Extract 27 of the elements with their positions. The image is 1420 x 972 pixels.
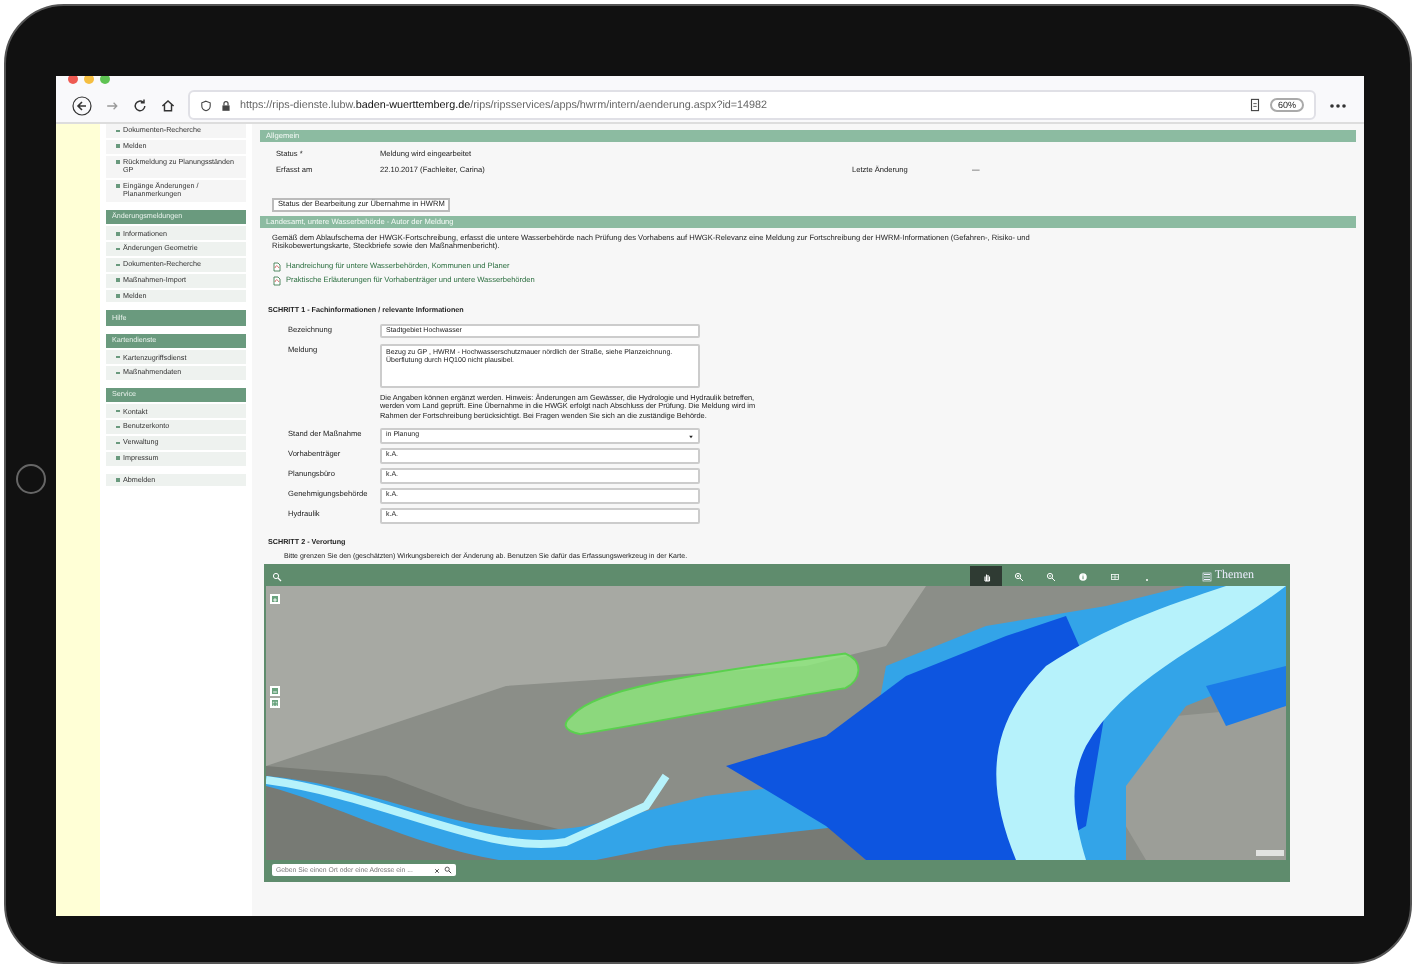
document-icon xyxy=(272,261,282,272)
hand-icon[interactable] xyxy=(981,571,992,582)
page-icon[interactable] xyxy=(1247,98,1262,112)
forward-arrow-icon[interactable] xyxy=(104,97,120,113)
home-button[interactable] xyxy=(16,464,46,494)
lock-icon xyxy=(220,99,232,111)
search-icon[interactable] xyxy=(444,866,452,875)
list-icon xyxy=(1202,571,1213,582)
back-arrow-icon[interactable] xyxy=(72,95,92,115)
home-icon[interactable] xyxy=(160,97,176,113)
zoom-in-icon[interactable] xyxy=(1013,571,1024,582)
zoom-out-button[interactable] xyxy=(270,686,280,697)
fullscreen-button[interactable] xyxy=(270,698,280,709)
plus-icon xyxy=(272,595,278,604)
info-icon[interactable] xyxy=(1077,571,1088,582)
minus-icon xyxy=(272,687,278,696)
reload-icon[interactable] xyxy=(132,97,148,113)
close-button[interactable] xyxy=(68,76,78,84)
zoom-in-button[interactable] xyxy=(270,594,280,605)
table-icon[interactable] xyxy=(1109,571,1120,582)
zoom-out-icon[interactable] xyxy=(1045,571,1056,582)
document-icon xyxy=(272,275,282,286)
shield-icon xyxy=(200,99,212,111)
more-icon[interactable] xyxy=(1328,101,1348,109)
close-icon[interactable] xyxy=(434,867,440,874)
fullscreen-icon xyxy=(272,699,278,708)
maximize-button[interactable] xyxy=(100,76,110,84)
